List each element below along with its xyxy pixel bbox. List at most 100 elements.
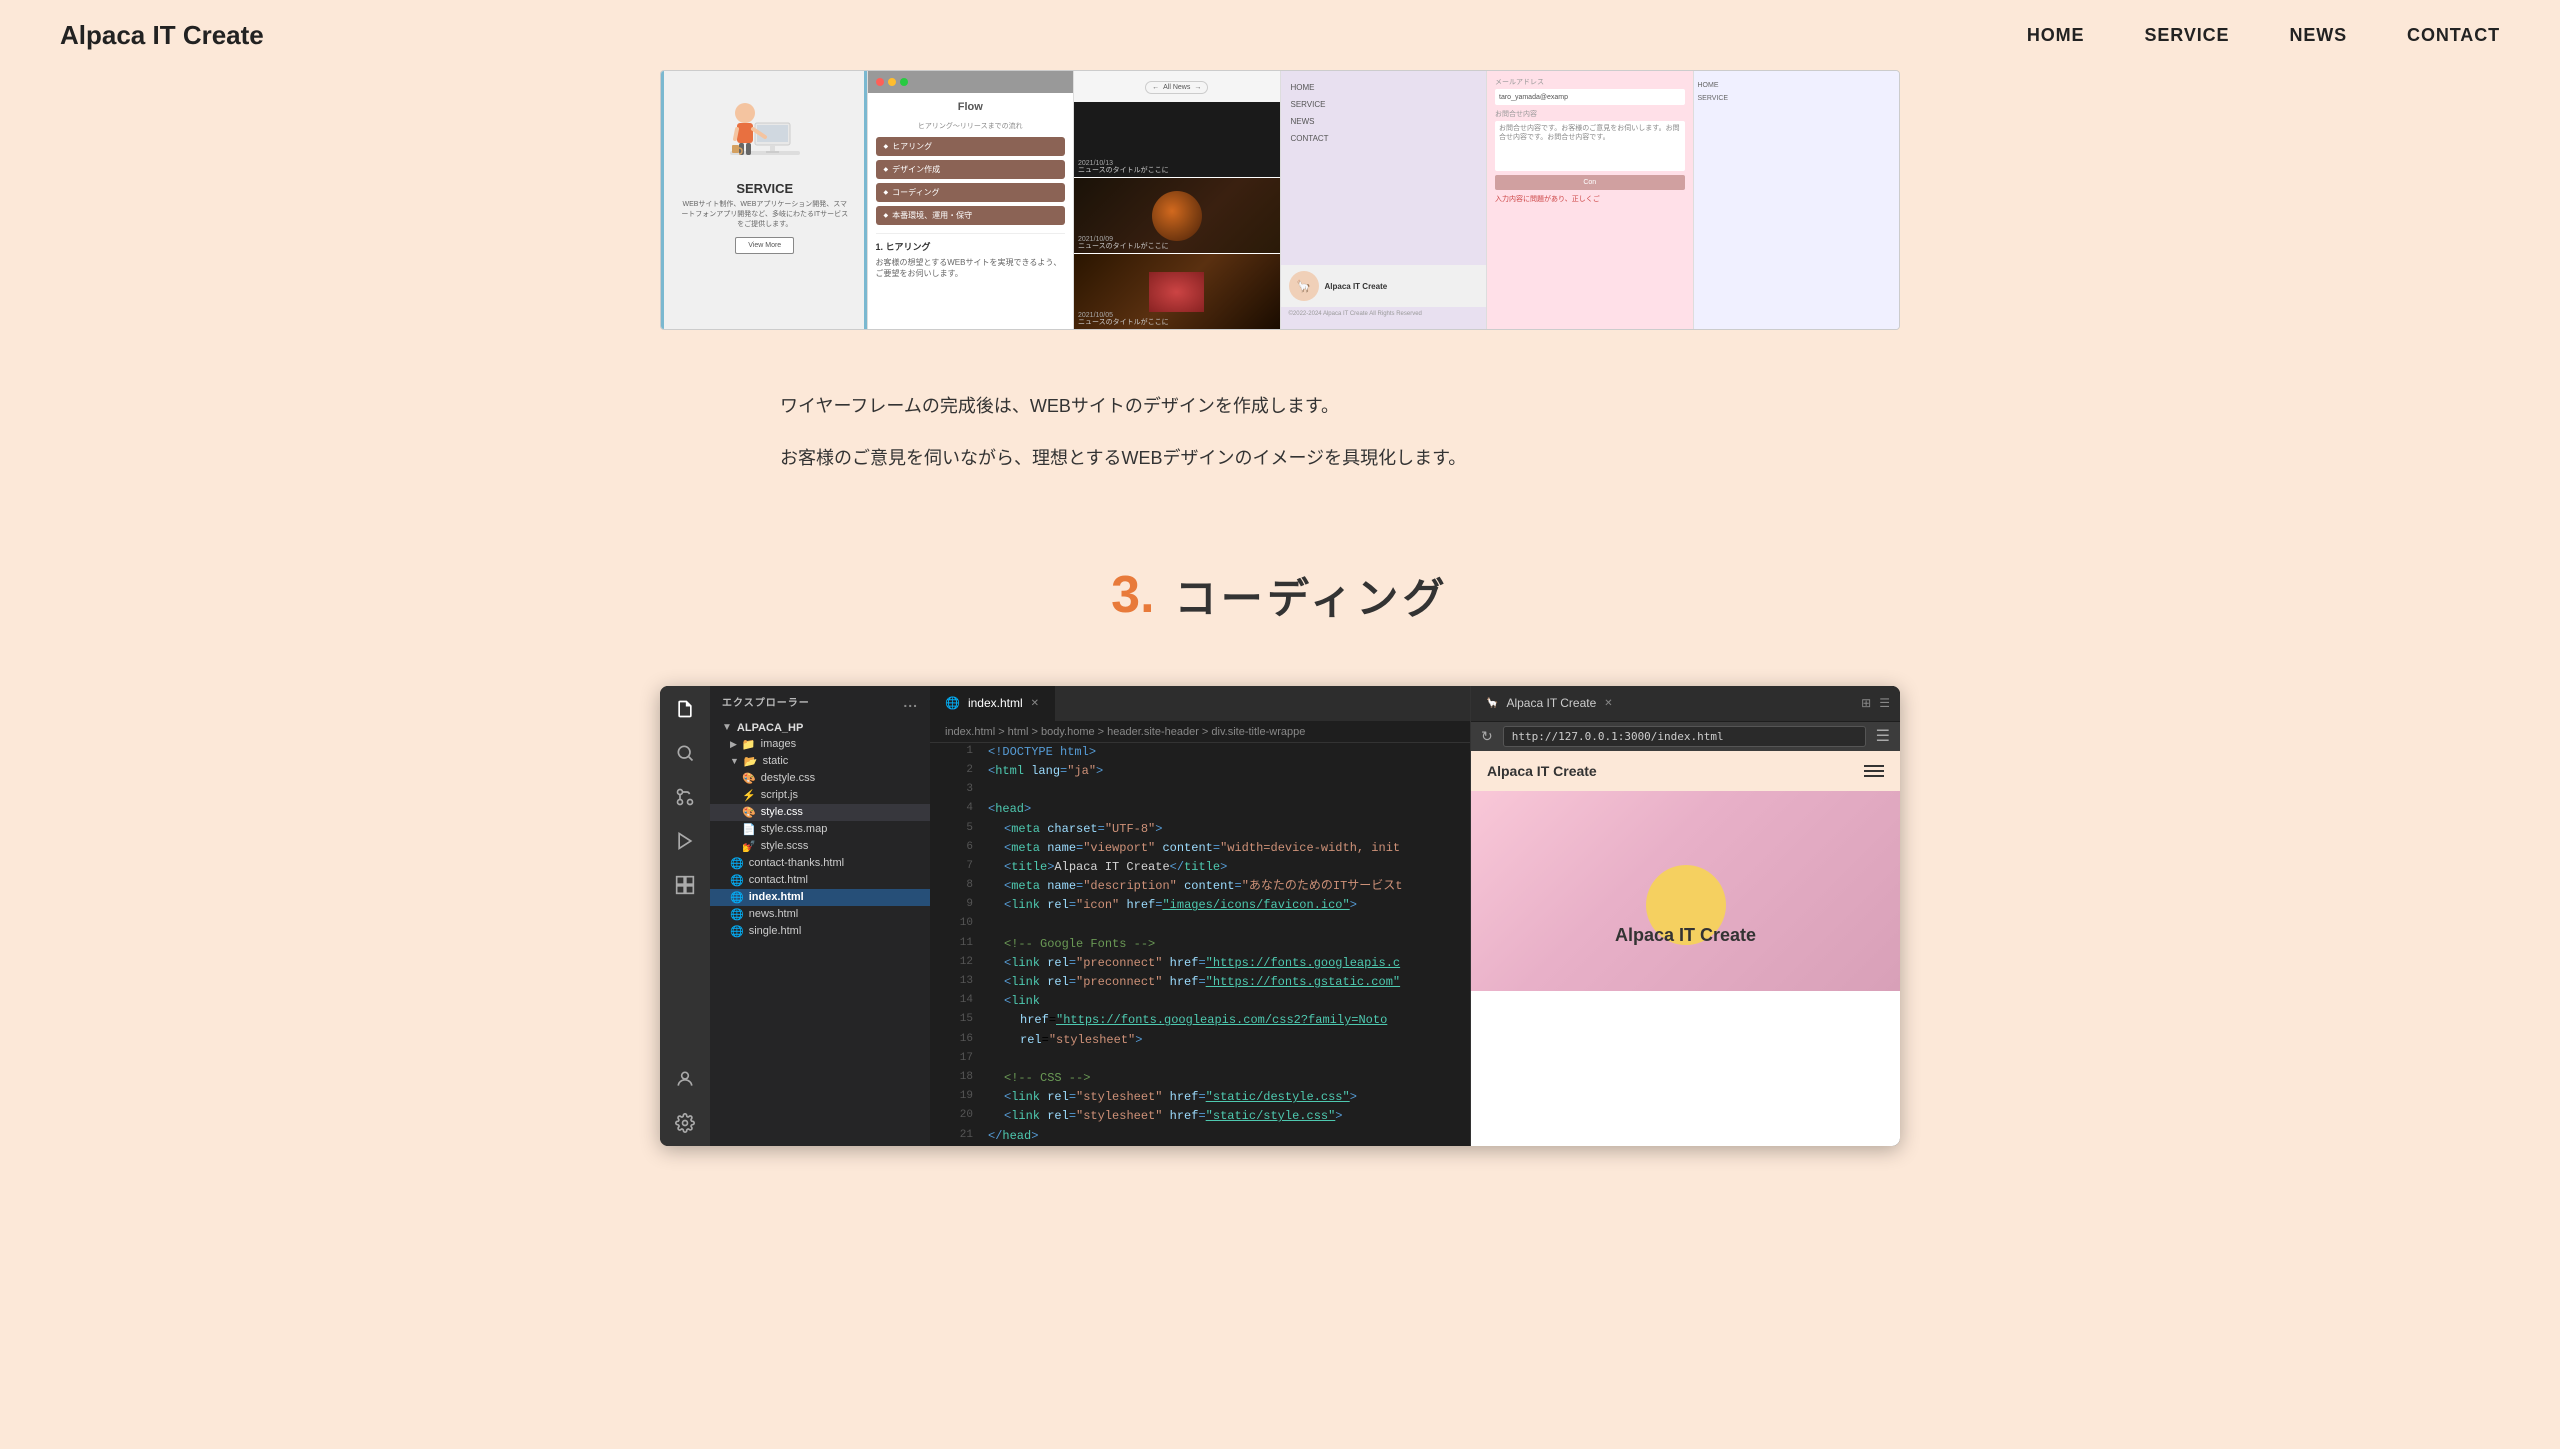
explorer-root-folder[interactable]: ▼ ALPACA_HP	[710, 720, 930, 736]
nav-link-news[interactable]: NEWS	[2289, 25, 2347, 45]
nav-link-service[interactable]: SERVICE	[2144, 25, 2229, 45]
code-line-15: 15 href="https://fonts.googleapis.com/cs…	[930, 1011, 1470, 1030]
explorer-style-css[interactable]: 🎨 style.css	[710, 804, 930, 821]
accounts-icon[interactable]	[672, 1066, 698, 1092]
explorer-destyle-css[interactable]: 🎨 destyle.css	[710, 770, 930, 787]
hamburger-line-3	[1864, 775, 1884, 777]
wireframe-panel-3: ← All News → 2021/10/13 ニュースのタイトルがここに	[1074, 71, 1281, 329]
text-section: ワイヤーフレームの完成後は、WEBサイトのデザインを作成します。 お客様のご意見…	[580, 360, 1980, 525]
panel1-service-title: SERVICE	[736, 181, 793, 196]
tab-close-icon[interactable]: ✕	[1031, 698, 1039, 709]
panel4-nav-home: HOME	[1281, 79, 1487, 96]
nav-item-contact[interactable]: CONTACT	[2407, 25, 2500, 46]
code-line-20: 20 <link rel="stylesheet" href="static/s…	[930, 1107, 1470, 1126]
explorer-style-scss[interactable]: 💅 style.scss	[710, 838, 930, 855]
panel5-content-label: お問合せ内容	[1495, 109, 1685, 119]
flow-step-2: デザイン作成	[876, 160, 1066, 179]
main-nav: HOME SERVICE NEWS CONTACT	[2027, 25, 2500, 46]
panel4-nav-service: SERVICE	[1281, 96, 1487, 113]
refresh-icon[interactable]: ↻	[1481, 728, 1493, 745]
editor-tab-index[interactable]: 🌐 index.html ✕	[930, 686, 1055, 721]
explorer-header: エクスプローラー ...	[710, 686, 930, 718]
map-file-icon: 📄	[742, 823, 756, 836]
preview-tab[interactable]: 🦙 Alpaca IT Create ✕	[1471, 686, 1628, 721]
code-line-2: 2 <html lang="ja">	[930, 762, 1470, 781]
explorer-contact-thanks[interactable]: 🌐 contact-thanks.html	[710, 855, 930, 872]
news-html-label: news.html	[749, 908, 799, 920]
step1-label: 1. ヒアリング	[876, 240, 1066, 253]
code-line-6: 6 <meta name="viewport" content="width=d…	[930, 839, 1470, 858]
panel5-submit-btn[interactable]: Con	[1495, 175, 1685, 190]
preview-menu-icon[interactable]: ☰	[1876, 726, 1890, 746]
explorer-root: ▼ ALPACA_HP ▶ 📁 images ▼ 📂 static	[710, 718, 930, 942]
preview-tabs: 🦙 Alpaca IT Create ✕ ⊞ ☰	[1471, 686, 1900, 722]
explorer-script-js[interactable]: ⚡ script.js	[710, 787, 930, 804]
split-icon[interactable]: ⊞	[1861, 696, 1871, 710]
nav-item-service[interactable]: SERVICE	[2144, 25, 2229, 46]
nav-item-home[interactable]: HOME	[2027, 25, 2085, 46]
explorer-index-html[interactable]: 🌐 index.html	[710, 889, 930, 906]
panel6-nav-service: SERVICE	[1694, 92, 1900, 105]
hamburger-menu[interactable]	[1864, 765, 1884, 777]
active-css-icon: 🎨	[742, 806, 756, 819]
panel5-email-label: メールアドレス	[1495, 77, 1685, 87]
wireframe-panel-6: HOME SERVICE	[1694, 71, 1900, 329]
logo[interactable]: Alpaca IT Create	[60, 20, 264, 51]
explorer-style-css-map[interactable]: 📄 style.css.map	[710, 821, 930, 838]
code-line-3: 3	[930, 781, 1470, 800]
style-css-label: style.css	[761, 806, 803, 818]
explorer-single-html[interactable]: 🌐 single.html	[710, 923, 930, 940]
code-line-11: 11 <!-- Google Fonts -->	[930, 935, 1470, 954]
flow-step-3: コーディング	[876, 183, 1066, 202]
html-file-icon-2: 🌐	[730, 874, 744, 887]
nav-link-home[interactable]: HOME	[2027, 25, 2085, 45]
single-html-label: single.html	[749, 925, 802, 937]
vscode-preview: 🦙 Alpaca IT Create ✕ ⊞ ☰ ↻ http://127.0.…	[1470, 686, 1900, 1146]
panel4-copyright: ©2022-2024 Alpaca IT Create All Rights R…	[1289, 311, 1479, 317]
js-file-icon: ⚡	[742, 789, 756, 802]
preview-url[interactable]: http://127.0.0.1:3000/index.html	[1503, 726, 1866, 747]
git-icon[interactable]	[672, 784, 698, 810]
preview-hero-title: Alpaca IT Create	[1615, 925, 1756, 946]
preview-tab-close-icon[interactable]: ✕	[1604, 698, 1612, 709]
code-line-9: 9 <link rel="icon" href="images/icons/fa…	[930, 896, 1470, 915]
contact-html-label: contact.html	[749, 874, 808, 886]
panel6-nav-home: HOME	[1694, 79, 1900, 92]
static-folder-label: static	[763, 755, 789, 767]
destyle-css-label: destyle.css	[761, 772, 815, 784]
panel1-service-text: WEBサイト制作、WEBアプリケーション開発、スマートフォンアプリ開発など、多岐…	[677, 200, 853, 229]
preview-content: Alpaca IT Create Alpaca IT Create	[1471, 751, 1900, 1146]
nav-item-news[interactable]: NEWS	[2289, 25, 2347, 46]
vscode-section: エクスプローラー ... ▼ ALPACA_HP ▶ 📁 images	[0, 686, 2560, 1206]
paragraph-2: お客様のご意見を伺いながら、理想とするWEBデザインのイメージを具現化します。	[780, 442, 1780, 474]
settings-icon[interactable]	[672, 1110, 698, 1136]
preview-tab-title: Alpaca IT Create	[1506, 696, 1596, 710]
site-header: Alpaca IT Create HOME SERVICE NEWS CONTA…	[0, 0, 2560, 70]
more-icon[interactable]: ☰	[1879, 696, 1890, 710]
panel1-view-more[interactable]: View More	[735, 237, 794, 254]
extensions-icon[interactable]	[672, 872, 698, 898]
explorer-images-folder[interactable]: ▶ 📁 images	[710, 736, 930, 753]
debug-icon[interactable]	[672, 828, 698, 854]
code-line-4: 4 <head>	[930, 800, 1470, 819]
explorer-icon[interactable]	[672, 696, 698, 722]
active-tab-label: 🌐	[945, 696, 960, 710]
code-line-1: 1 <!DOCTYPE html>	[930, 743, 1470, 762]
explorer-news-html[interactable]: 🌐 news.html	[710, 906, 930, 923]
code-line-14: 14 <link	[930, 992, 1470, 1011]
style-css-map-label: style.css.map	[761, 823, 828, 835]
preview-hero: Alpaca IT Create	[1471, 791, 1900, 991]
html-file-icon-1: 🌐	[730, 857, 744, 870]
all-news-btn[interactable]: ← All News →	[1145, 81, 1208, 94]
folder-open-arrow-icon: ▼	[730, 756, 739, 766]
wireframe-panel-4: HOME SERVICE NEWS CONTACT 🦙 Alpaca IT Cr…	[1281, 71, 1488, 329]
wireframe-panel-5: メールアドレス taro_yamada@examp お問合せ内容 お問合せ内容で…	[1487, 71, 1694, 329]
explorer-contact-html[interactable]: 🌐 contact.html	[710, 872, 930, 889]
step1-desc: お客様の想望とするWEBサイトを実現できるよう、ご要望をお伺いします。	[876, 257, 1066, 279]
nav-link-contact[interactable]: CONTACT	[2407, 25, 2500, 45]
search-icon[interactable]	[672, 740, 698, 766]
explorer-dots: ...	[903, 694, 918, 710]
index-html-label: index.html	[749, 891, 804, 903]
explorer-static-folder[interactable]: ▼ 📂 static	[710, 753, 930, 770]
step-heading: 3. コーディング	[60, 565, 2500, 626]
